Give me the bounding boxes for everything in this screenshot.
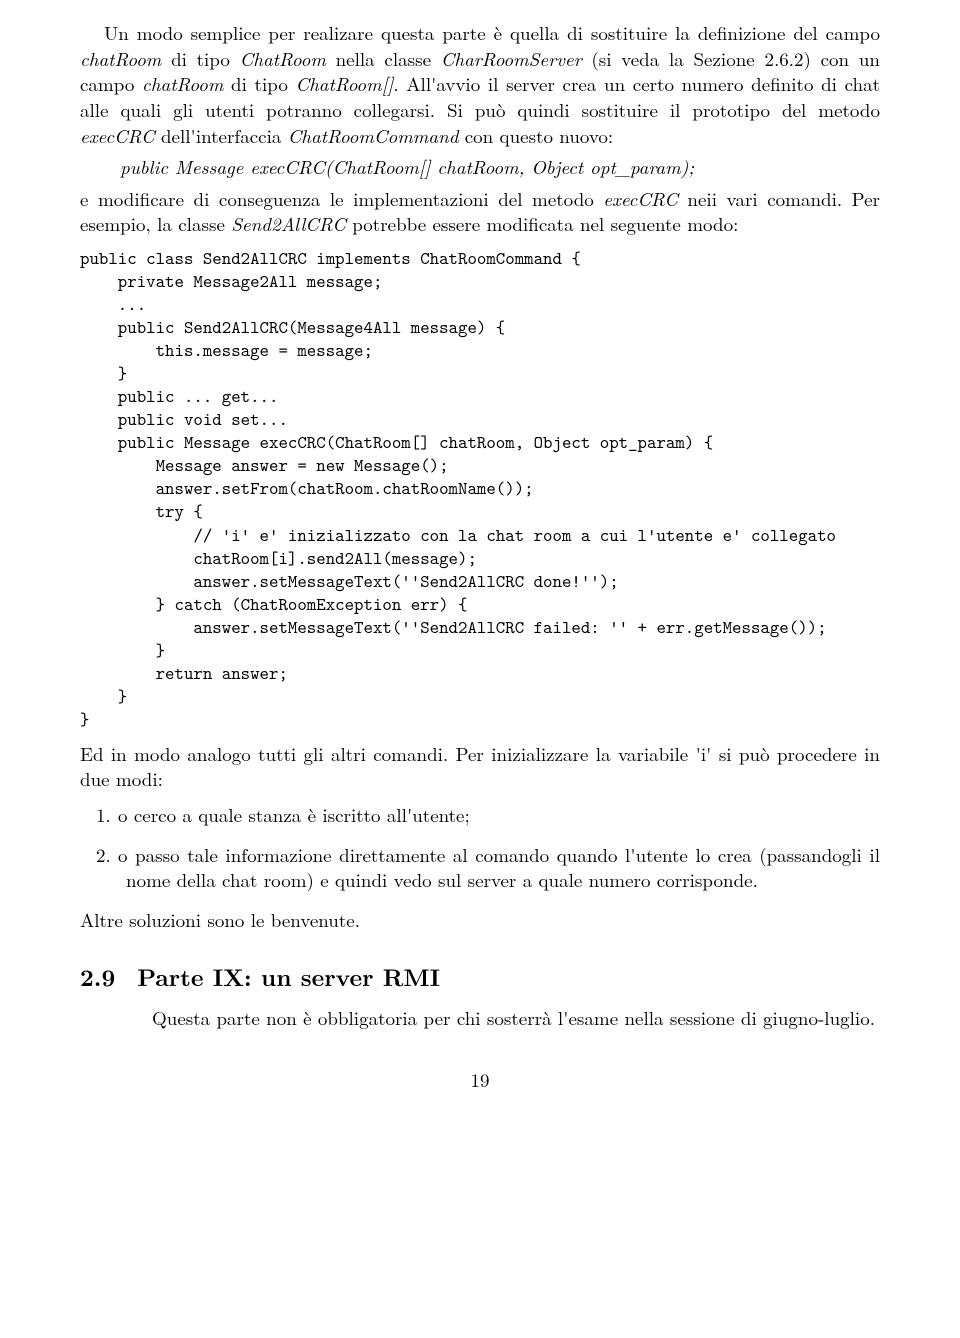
section-number: 2.9: [80, 961, 115, 993]
text: Un modo semplice per realizare questa pa…: [104, 19, 880, 46]
text: con questo nuovo:: [458, 122, 613, 149]
text: di tipo: [161, 45, 239, 72]
italic: chatRoom: [142, 70, 223, 97]
text: potrebbe essere modificata nel seguente …: [346, 210, 739, 237]
text: e modificare di conseguenza le implement…: [80, 185, 603, 212]
text: dell'interfaccia: [155, 122, 288, 149]
list-text: o cerco a quale stanza è iscritto all'ut…: [118, 801, 470, 828]
paragraph-2: e modificare di conseguenza le implement…: [80, 186, 880, 237]
section-body: Questa parte non è obbligatoria per chi …: [152, 1005, 880, 1031]
ordered-list: 1.o cerco a quale stanza è iscritto all'…: [80, 802, 880, 893]
code-listing: public class Send2AllCRC implements Chat…: [80, 247, 880, 731]
italic: CharRoomServer: [441, 45, 582, 72]
list-number: 1.: [96, 802, 118, 828]
italic: execCRC: [80, 122, 155, 149]
section-heading: 2.9 Parte IX: un server RMI: [80, 961, 880, 993]
text: nella classe: [326, 45, 441, 72]
italic: chatRoom: [80, 45, 161, 72]
paragraph-1: Un modo semplice per realizare questa pa…: [80, 20, 880, 148]
list-text: o passo tale informazione direttamente a…: [118, 841, 880, 894]
list-number: 2.: [96, 842, 118, 868]
page-number: 19: [80, 1067, 880, 1093]
italic: ChatRoom[]: [295, 70, 393, 97]
italic: Send2AllCRC: [231, 210, 346, 237]
prototype-line: public Message execCRC(ChatRoom[] chatRo…: [120, 154, 880, 180]
italic: execCRC: [603, 185, 678, 212]
text: di tipo: [223, 70, 295, 97]
section-title: Parte IX: un server RMI: [137, 960, 440, 994]
paragraph-3: Ed in modo analogo tutti gli altri coman…: [80, 741, 880, 792]
paragraph-4: Altre soluzioni sono le benvenute.: [80, 907, 880, 933]
italic: ChatRoomCommand: [288, 122, 459, 149]
list-item: 1.o cerco a quale stanza è iscritto all'…: [126, 802, 880, 828]
page-content: Un modo semplice per realizare questa pa…: [0, 0, 960, 1132]
list-item: 2.o passo tale informazione direttamente…: [126, 842, 880, 893]
italic: ChatRoom: [240, 45, 326, 72]
